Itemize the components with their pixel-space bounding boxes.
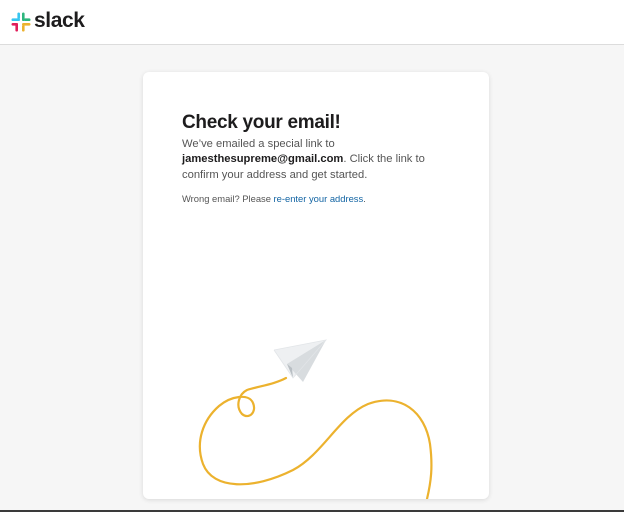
paper-plane-illustration [198, 339, 433, 499]
top-bar: slack [0, 0, 624, 45]
check-email-card: Check your email! We’ve emailed a specia… [143, 72, 489, 499]
flight-path-line [198, 376, 433, 499]
slack-logo[interactable]: slack [11, 9, 85, 32]
paper-plane-icon [273, 339, 328, 382]
slack-logo-icon [11, 12, 31, 32]
brand-wordmark: slack [34, 9, 85, 32]
